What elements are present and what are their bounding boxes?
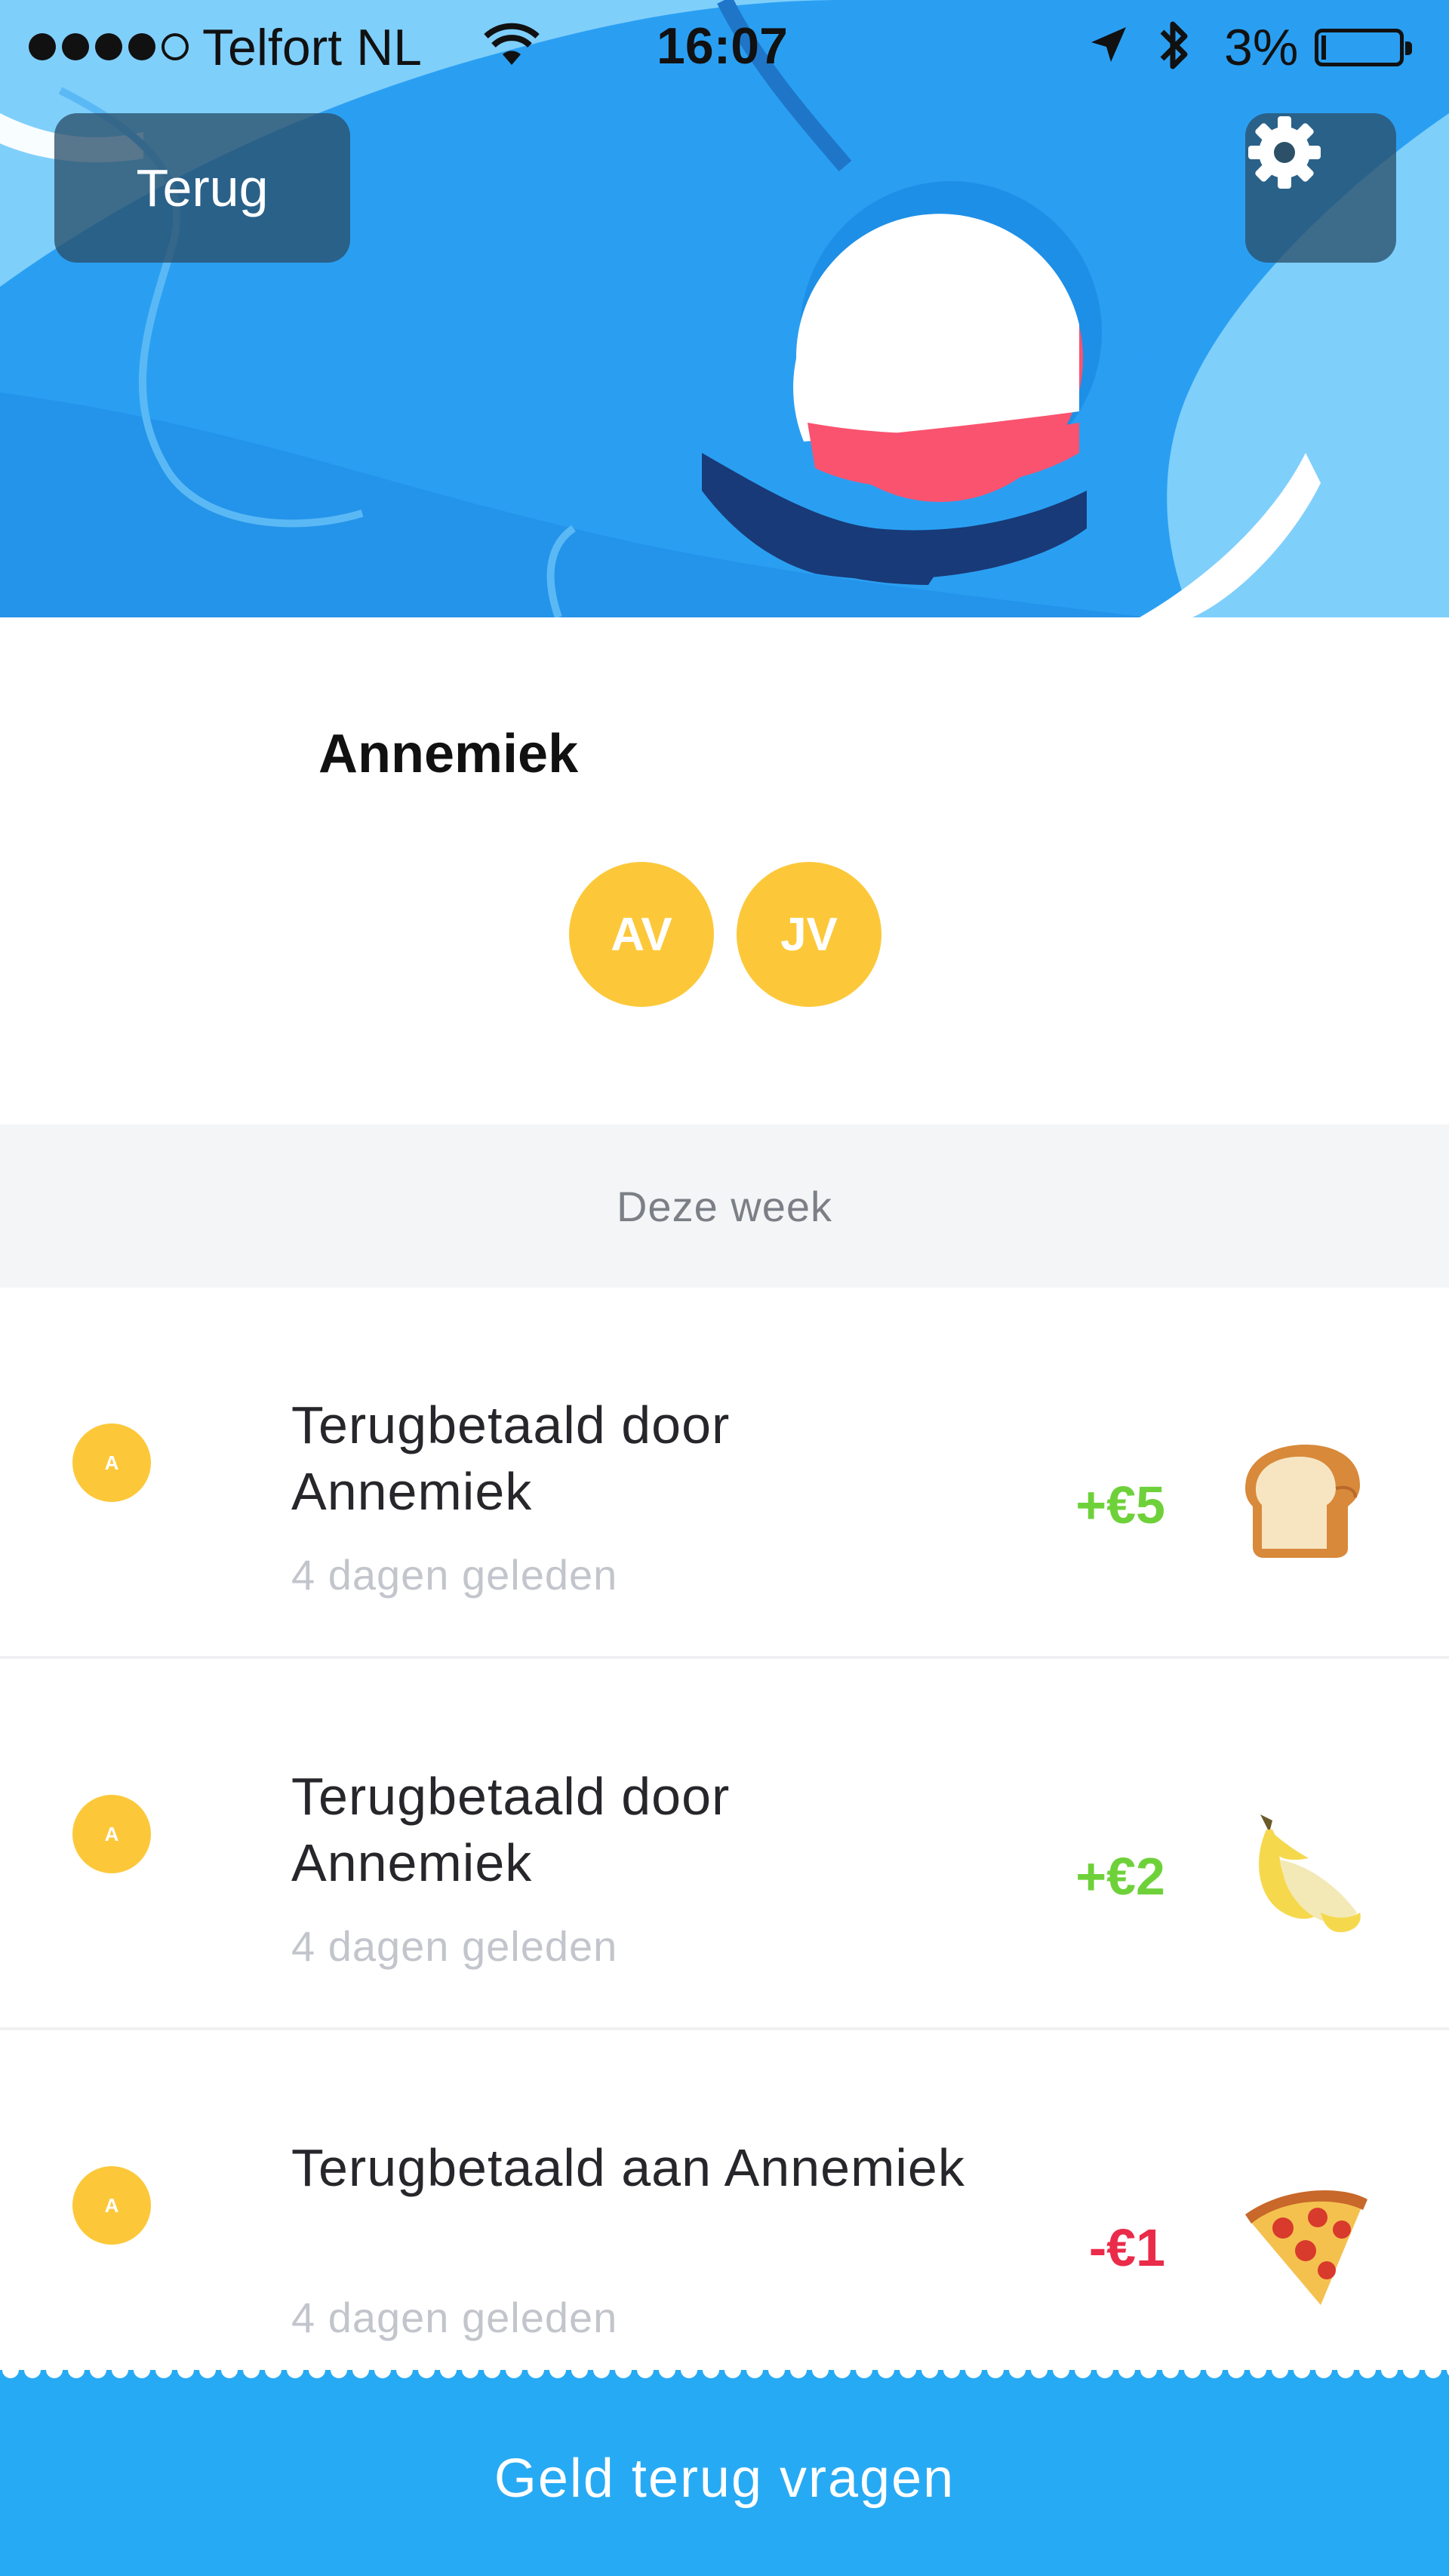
section-title: Deze week (616, 1182, 833, 1230)
settings-button[interactable] (1245, 113, 1396, 263)
section-header-this-week: Deze week (0, 1125, 1449, 1288)
banana-emoji-icon (1259, 1814, 1361, 1932)
transaction-row[interactable]: A Terugbetaald door Annemiek 4 dagen gel… (0, 1659, 1449, 2030)
transaction-time: 4 dagen geleden (291, 1551, 618, 1599)
signal-strength-icon (29, 32, 189, 62)
transaction-amount: +€5 (1075, 1476, 1165, 1534)
request-money-button[interactable]: Geld terug vragen (0, 2362, 1449, 2576)
transaction-title: Terugbetaald aan Annemiek (291, 2138, 965, 2197)
avatar[interactable]: JV (737, 862, 881, 1007)
battery-icon (1315, 29, 1412, 66)
carrier-name: Telfort NL (202, 19, 422, 76)
back-button-label: Terug (136, 158, 269, 217)
transaction-time: 4 dagen geleden (291, 2294, 618, 2341)
transaction-row[interactable]: A Terugbetaald door Annemiek 4 dagen gel… (0, 1288, 1449, 1659)
bread-emoji-icon (1245, 1445, 1360, 1558)
header-illustration: Telfort NL 16:07 3% Terug (0, 0, 1449, 617)
transaction-time: 4 dagen geleden (291, 1922, 618, 1970)
status-bar: Telfort NL 16:07 3% (0, 0, 1449, 94)
back-button[interactable]: Terug (54, 113, 350, 263)
transaction-amount: -€1 (1088, 2218, 1165, 2277)
request-money-label: Geld terug vragen (494, 2448, 955, 2509)
transaction-title: Terugbetaald door Annemiek (291, 1396, 731, 1521)
contact-name: Annemiek (318, 724, 579, 784)
transaction-row[interactable]: A Terugbetaald aan Annemiek 4 dagen gele… (0, 2030, 1449, 2402)
avatar: A (72, 1423, 151, 1502)
gear-icon (1248, 116, 1321, 189)
avatar[interactable]: AV (569, 862, 714, 1007)
avatar: A (72, 2166, 151, 2245)
battery-percentage: 3% (1224, 19, 1299, 76)
member-avatars: AV JV (569, 862, 881, 1007)
transaction-title: Terugbetaald door Annemiek (291, 1767, 731, 1892)
transaction-list: A Terugbetaald door Annemiek 4 dagen gel… (0, 1288, 1449, 2402)
clock-time: 16:07 (657, 17, 788, 75)
pizza-emoji-icon (1245, 2190, 1367, 2305)
avatar: A (72, 1795, 151, 1873)
transaction-amount: +€2 (1075, 1847, 1165, 1906)
